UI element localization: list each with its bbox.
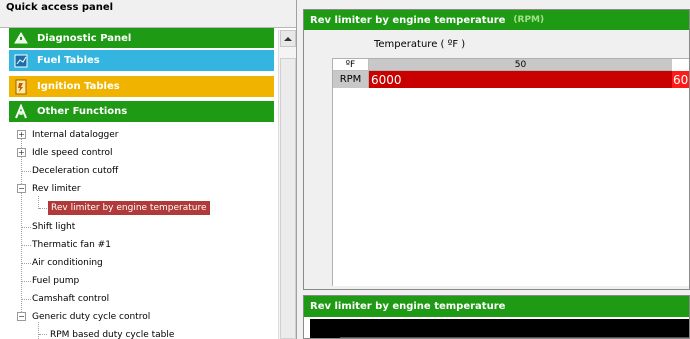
category-label: Other Functions [37,106,128,117]
tree-connector [39,208,47,209]
tree-item-fuel-pump[interactable]: Fuel pump [32,273,79,289]
collapse-toggle[interactable]: − [17,312,26,321]
tree-item-label: Rev limiter [32,184,81,194]
tree-item-rev-limiter-by-engine-temperature[interactable]: Rev limiter by engine temperature [48,200,210,216]
expand-toggle[interactable]: + [17,148,26,157]
tree-item-label: Camshaft control [32,294,110,304]
category-fuel-tables[interactable]: Fuel Tables [9,50,274,71]
tree-item-idle-speed-control[interactable]: Idle speed control [32,145,113,161]
tree-connector [22,299,31,300]
tree-connector [22,263,31,264]
tree-connector [22,227,31,228]
tree-item-label: Thermatic fan #1 [32,240,111,250]
category-diagnostic-panel[interactable]: Diagnostic Panel [9,28,274,48]
axis-label-temperature: Temperature ( ºF ) [374,39,466,50]
quick-access-title: Quick access panel [6,2,114,13]
tree-item-label: Fuel pump [32,276,80,286]
vertical-scrollbar[interactable] [278,30,296,339]
tree-connector [22,171,31,172]
tree-connector [22,281,31,282]
corner-unit-label: ºF [333,59,369,71]
tree-connector [22,245,31,246]
expand-toggle[interactable]: + [17,130,26,139]
other-functions-icon [11,103,31,121]
column-header[interactable]: 50 [369,59,672,71]
tree-item-label: Internal datalogger [32,130,119,140]
tree-item-label: RPM based duty cycle table [50,330,175,339]
graph-plot-area [310,319,689,338]
tree-item-rev-limiter[interactable]: Rev limiter [32,181,81,197]
tree-connector [21,130,22,316]
collapse-toggle[interactable]: − [17,184,26,193]
table-title: Rev limiter by engine temperature [310,14,506,26]
axis-header: Temperature ( ºF ) [304,30,689,58]
tree-item-deceleration-cutoff[interactable]: Deceleration cutoff [32,163,118,179]
table-editor-header: Rev limiter by engine temperature (RPM) [304,10,689,30]
scroll-up-button[interactable] [280,30,296,47]
category-label: Ignition Tables [37,81,120,92]
tree-item-label: Deceleration cutoff [32,166,119,176]
ignition-icon [11,78,31,96]
tree-item-thermatic-fan-1[interactable]: Thermatic fan #1 [32,237,111,253]
graph-title: Rev limiter by engine temperature [310,301,506,312]
table-cell-value[interactable]: 6000 [369,71,672,88]
table-editor-panel: Rev limiter by engine temperature (RPM) … [303,9,690,290]
table-unit: (RPM) [513,15,545,25]
tree-item-air-conditioning[interactable]: Air conditioning [32,255,103,271]
tree-item-internal-datalogger[interactable]: Internal datalogger [32,127,119,143]
category-label: Diagnostic Panel [37,32,132,44]
category-ignition-tables[interactable]: Ignition Tables [9,76,274,97]
diagnostic-icon [11,29,31,47]
tree-item-shift-light[interactable]: Shift light [32,219,75,235]
tree-item-label: Air conditioning [32,258,103,268]
graph-header: Rev limiter by engine temperature [304,296,689,317]
tree-item-camshaft-control[interactable]: Camshaft control [32,291,109,307]
category-label: Fuel Tables [37,55,100,66]
scroll-thumb[interactable] [280,58,296,339]
row-header[interactable]: RPM [333,71,369,88]
table-area: ºF 50 RPM 6000 6000 [304,58,689,289]
quick-access-panel: Quick access panel Diagnostic Panel Fuel… [0,0,297,339]
table-cell-value-edge[interactable]: 6000 [672,71,689,88]
tree-item-label: Shift light [32,222,76,232]
data-grid: ºF 50 RPM 6000 6000 [332,58,689,286]
graph-panel: Rev limiter by engine temperature [303,295,690,339]
tree-connector [39,334,47,335]
quick-access-header: Quick access panel [0,0,296,28]
graph-gridline [340,337,689,338]
tree-item-generic-duty-cycle-control[interactable]: Generic duty cycle control [32,309,150,325]
tree-item-label: Idle speed control [32,148,113,158]
arrow-up-icon [284,36,292,41]
category-other-functions[interactable]: Other Functions [9,101,274,122]
fuel-icon [11,52,31,70]
tree-item-label-selected: Rev limiter by engine temperature [48,201,210,215]
tree-item-label: Generic duty cycle control [32,312,151,322]
tree-item-rpm-based-duty-cycle-table[interactable]: RPM based duty cycle table [50,327,174,339]
